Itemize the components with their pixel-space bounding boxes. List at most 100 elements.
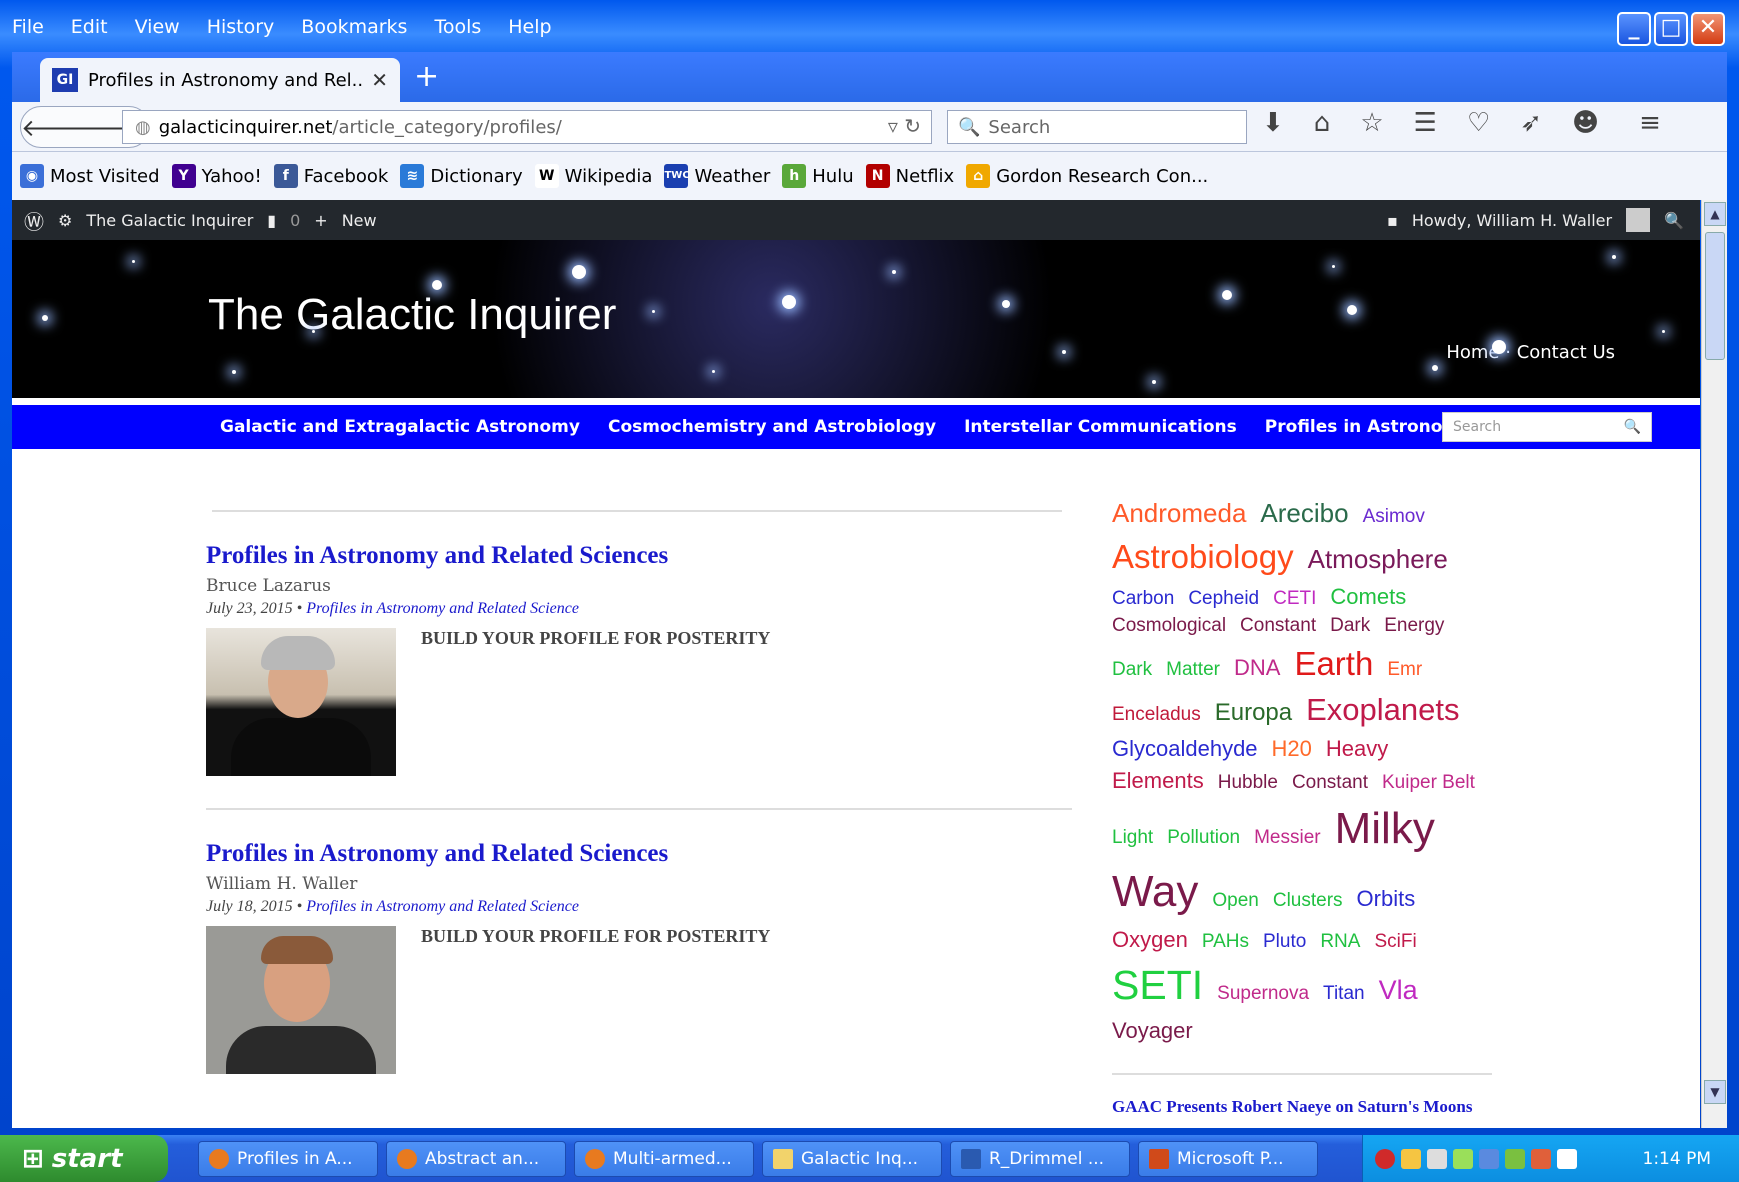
tag-link[interactable]: Supernova: [1217, 980, 1309, 1008]
minimize-button[interactable]: _: [1617, 12, 1651, 46]
avatar[interactable]: [1626, 208, 1651, 232]
tag-link[interactable]: Way: [1112, 860, 1198, 924]
tag-link[interactable]: Open: [1212, 887, 1258, 915]
menu-view[interactable]: View: [135, 16, 180, 38]
tag-link[interactable]: Cosmological: [1112, 612, 1226, 640]
tag-link[interactable]: Europa: [1215, 696, 1292, 731]
tag-link[interactable]: Oxygen: [1112, 924, 1188, 956]
bookmark-item[interactable]: TWC Weather: [664, 164, 770, 188]
tag-link[interactable]: Emr: [1387, 656, 1422, 684]
bookmark-item[interactable]: W Wikipedia: [534, 164, 652, 188]
tag-link[interactable]: Constant: [1240, 612, 1316, 640]
menu-history[interactable]: History: [207, 16, 275, 38]
tag-link[interactable]: Kuiper Belt: [1382, 769, 1475, 797]
tag-link[interactable]: SETI: [1112, 956, 1203, 1015]
tray-app-icon[interactable]: [1505, 1148, 1525, 1169]
tag-link[interactable]: Clusters: [1273, 887, 1343, 915]
tab-active[interactable]: GI Profiles in Astronomy and Rel... ✕: [40, 58, 400, 102]
wp-site-name[interactable]: The Galactic Inquirer: [86, 211, 253, 230]
tray-app-icon[interactable]: [1401, 1148, 1421, 1169]
nav-interstellar[interactable]: Interstellar Communications: [964, 417, 1237, 437]
tag-link[interactable]: Dark: [1330, 612, 1370, 640]
bookmark-item[interactable]: h Hulu: [782, 164, 854, 188]
article-category-link[interactable]: Profiles in Astronomy and Related Scienc…: [306, 898, 579, 915]
url-bar[interactable]: ◍ galacticinquirer.net/article_category/…: [122, 110, 932, 144]
tag-link[interactable]: Voyager: [1112, 1015, 1193, 1047]
wp-new-button[interactable]: New: [342, 211, 377, 230]
scroll-down-icon[interactable]: ▼: [1704, 1080, 1726, 1104]
scroll-up-icon[interactable]: ▲: [1704, 202, 1726, 226]
tag-link[interactable]: Titan: [1323, 980, 1365, 1008]
menu-edit[interactable]: Edit: [71, 16, 108, 38]
scroll-thumb[interactable]: [1705, 232, 1725, 360]
tag-link[interactable]: PAHs: [1202, 928, 1249, 956]
tag-link[interactable]: Orbits: [1357, 883, 1416, 915]
tag-link[interactable]: Hubble: [1218, 769, 1278, 797]
reading-list-icon[interactable]: ☰: [1414, 108, 1437, 138]
taskbar-item[interactable]: R_Drimmel ...: [950, 1140, 1130, 1177]
tag-link[interactable]: Exoplanets: [1306, 688, 1459, 733]
tag-link[interactable]: Constant: [1292, 769, 1368, 797]
tag-link[interactable]: Asimov: [1363, 503, 1425, 531]
sidebar-post-link[interactable]: GAAC Presents Robert Naeye on Saturn's M…: [1112, 1097, 1492, 1117]
howdy-user[interactable]: Howdy, William H. Waller: [1412, 211, 1612, 230]
network-icon[interactable]: [1427, 1148, 1447, 1169]
pocket-icon[interactable]: ♡: [1467, 108, 1490, 138]
forward-arrow-icon[interactable]: 🡒: [69, 113, 133, 142]
chat-icon[interactable]: ☻: [1572, 108, 1599, 138]
tag-link[interactable]: Andromeda: [1112, 495, 1246, 533]
tag-link[interactable]: Matter: [1166, 656, 1220, 684]
bookmark-star-icon[interactable]: ☆: [1360, 108, 1383, 138]
tag-link[interactable]: Earth: [1294, 640, 1373, 688]
tag-link[interactable]: Arecibo: [1260, 495, 1348, 533]
start-button[interactable]: ⊞ start: [0, 1135, 168, 1182]
tag-link[interactable]: Carbon: [1112, 585, 1174, 613]
tag-link[interactable]: Cepheid: [1188, 585, 1259, 613]
reload-icon[interactable]: ▿ ↻: [888, 114, 921, 138]
hamburger-menu-icon[interactable]: ≡: [1639, 108, 1661, 138]
page-scrollbar[interactable]: ▲ ▼: [1701, 200, 1727, 1128]
comment-icon[interactable]: ▮: [267, 211, 276, 230]
bookmark-item[interactable]: ≋ Dictionary: [400, 164, 523, 188]
taskbar-item[interactable]: Abstract an...: [386, 1140, 566, 1177]
tag-link[interactable]: Astrobiology: [1112, 533, 1294, 581]
tag-link[interactable]: CETI: [1273, 585, 1316, 613]
tag-link[interactable]: Comets: [1330, 581, 1406, 613]
bookmark-item[interactable]: N Netflix: [865, 164, 954, 188]
nav-contact[interactable]: Contact Us: [1517, 342, 1615, 363]
bookmark-item[interactable]: ⌂ Gordon Research Con...: [966, 164, 1208, 188]
tag-link[interactable]: RNA: [1320, 928, 1360, 956]
tag-link[interactable]: Light: [1112, 824, 1153, 852]
browser-search-input[interactable]: 🔍 Search: [947, 110, 1247, 144]
nav-galactic[interactable]: Galactic and Extragalactic Astronomy: [220, 417, 580, 437]
tray-app-icon[interactable]: [1531, 1148, 1551, 1169]
antivirus-icon[interactable]: [1375, 1148, 1395, 1169]
taskbar-item[interactable]: Galactic Inq...: [762, 1140, 942, 1177]
article-title[interactable]: Profiles in Astronomy and Related Scienc…: [206, 840, 1072, 868]
tag-link[interactable]: Enceladus: [1112, 701, 1201, 729]
site-title[interactable]: The Galactic Inquirer: [208, 290, 616, 340]
tag-link[interactable]: Atmosphere: [1308, 541, 1448, 579]
bookmark-item[interactable]: f Facebook: [273, 164, 388, 188]
nav-profiles[interactable]: Profiles in Astronomy: [1265, 417, 1471, 437]
author-photo[interactable]: [206, 628, 396, 776]
taskbar-item[interactable]: Profiles in A...: [198, 1140, 378, 1177]
tag-link[interactable]: Pollution: [1167, 824, 1240, 852]
author-photo[interactable]: [206, 926, 396, 1074]
home-icon[interactable]: ⌂: [1314, 108, 1331, 138]
close-button[interactable]: ✕: [1691, 12, 1725, 46]
tag-link[interactable]: SciFi: [1374, 928, 1416, 956]
wp-search-icon[interactable]: 🔍: [1664, 211, 1684, 230]
taskbar-item[interactable]: Microsoft P...: [1138, 1140, 1318, 1177]
article-category-link[interactable]: Profiles in Astronomy and Related Scienc…: [306, 600, 579, 617]
close-tab-icon[interactable]: ✕: [371, 68, 388, 92]
tag-link[interactable]: Messier: [1254, 824, 1321, 852]
tag-link[interactable]: Milky: [1335, 797, 1435, 861]
menu-bookmarks[interactable]: Bookmarks: [301, 16, 407, 38]
send-icon[interactable]: ➶: [1520, 108, 1542, 138]
tag-link[interactable]: DNA: [1234, 652, 1280, 684]
tag-link[interactable]: Glycoaldehyde: [1112, 733, 1258, 765]
tag-link[interactable]: Pluto: [1263, 928, 1306, 956]
maximize-button[interactable]: □: [1654, 12, 1688, 46]
tray-app-icon[interactable]: [1557, 1148, 1577, 1169]
